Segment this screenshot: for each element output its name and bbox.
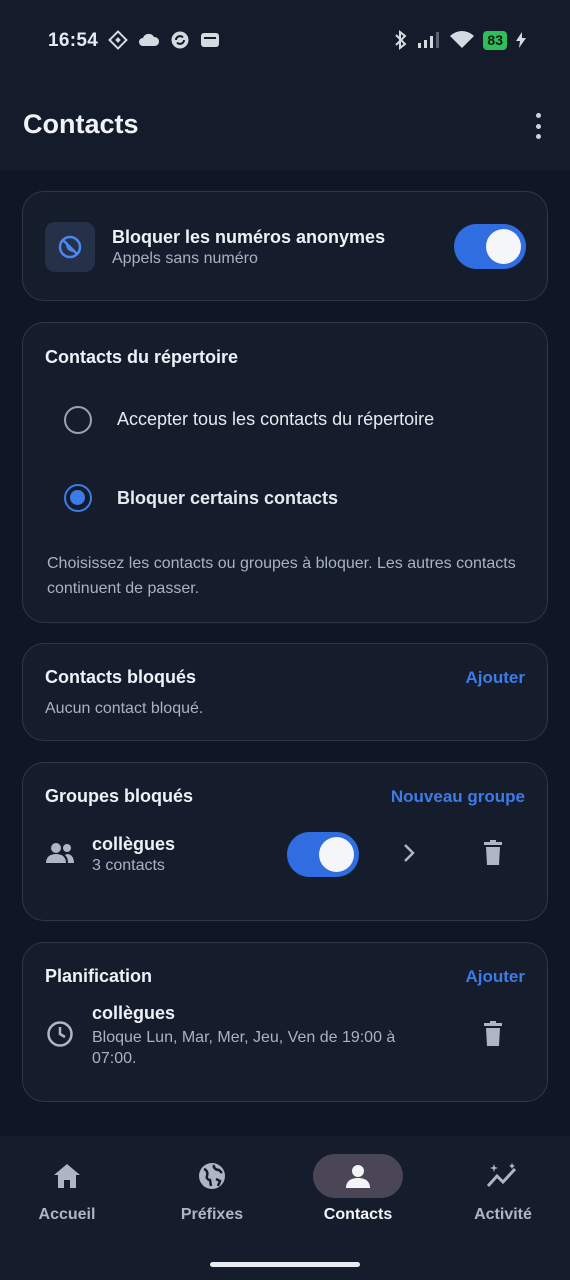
more-options-button[interactable] bbox=[530, 110, 546, 142]
page-title: Contacts bbox=[23, 109, 139, 139]
group-name: collègues bbox=[92, 834, 176, 854]
anonymous-card: Bloquer les numéros anonymes Appels sans… bbox=[22, 191, 548, 301]
add-schedule-button[interactable]: Ajouter bbox=[466, 967, 526, 987]
group-row[interactable]: collègues 3 contacts bbox=[23, 829, 549, 889]
nav-prefixes-label: Préfixes bbox=[180, 1206, 244, 1223]
app-bar: Contacts bbox=[0, 82, 570, 170]
notification-icons bbox=[108, 30, 220, 50]
schedule-detail: Bloque Lun, Mar, Mer, Jeu, Ven de 19:00 … bbox=[92, 1029, 396, 1067]
schedule-title: Planification bbox=[45, 966, 153, 986]
directory-help-text: Choisissez les contacts ou groupes à blo… bbox=[47, 555, 516, 597]
diamond-app-icon bbox=[108, 30, 128, 50]
home-icon bbox=[54, 1164, 80, 1188]
toggle-knob bbox=[319, 837, 354, 872]
blocked-groups-card: Groupes bloqués Nouveau groupe collègues… bbox=[22, 762, 548, 921]
clock-icon bbox=[47, 1021, 73, 1047]
anonymous-subtitle: Appels sans numéro bbox=[112, 250, 258, 267]
anonymous-toggle[interactable] bbox=[454, 224, 526, 269]
schedule-row[interactable]: collègues Bloque Lun, Mar, Mer, Jeu, Ven… bbox=[23, 1001, 549, 1081]
sync-app-icon bbox=[171, 31, 189, 49]
blocked-contacts-card: Contacts bloqués Ajouter Aucun contact b… bbox=[22, 643, 548, 741]
bluetooth-icon bbox=[395, 30, 407, 50]
directory-card: Contacts du répertoire Accepter tous les… bbox=[22, 322, 548, 623]
system-icons: 83 bbox=[394, 30, 526, 50]
home-indicator[interactable] bbox=[210, 1262, 360, 1267]
delete-schedule-icon[interactable] bbox=[483, 1021, 503, 1046]
more-dot-icon bbox=[535, 113, 541, 118]
add-blocked-contact-button[interactable]: Ajouter bbox=[466, 668, 526, 688]
more-dot-icon bbox=[535, 123, 541, 129]
schedule-name: collègues bbox=[92, 1003, 176, 1023]
radio-block-some-label[interactable]: Bloquer certains contacts bbox=[117, 488, 338, 509]
group-toggle[interactable] bbox=[287, 832, 359, 877]
blocked-contacts-empty: Aucun contact bloqué. bbox=[45, 700, 204, 717]
nav-activity-label: Activité bbox=[474, 1206, 532, 1223]
nav-contacts[interactable]: Contacts bbox=[298, 1154, 418, 1224]
nav-activity[interactable]: Activité bbox=[443, 1154, 563, 1224]
blocked-contacts-title: Contacts bloqués bbox=[45, 667, 197, 687]
nav-home[interactable]: Accueil bbox=[7, 1154, 127, 1224]
nav-contacts-label: Contacts bbox=[323, 1206, 393, 1223]
status-bar: 16:54 83 bbox=[0, 0, 570, 82]
toggle-knob bbox=[486, 229, 521, 264]
new-group-button[interactable]: Nouveau groupe bbox=[391, 787, 525, 807]
directory-title: Contacts du répertoire bbox=[45, 347, 239, 367]
radio-block-some[interactable] bbox=[64, 484, 92, 512]
cloud-icon bbox=[139, 33, 160, 46]
nav-prefixes[interactable]: Préfixes bbox=[152, 1154, 272, 1224]
status-time: 16:54 bbox=[48, 30, 99, 51]
group-icon bbox=[46, 843, 74, 863]
blocked-groups-title: Groupes bloqués bbox=[45, 786, 194, 806]
wifi-icon bbox=[450, 31, 475, 48]
battery-indicator: 83 bbox=[483, 30, 507, 50]
no-caller-id-icon bbox=[45, 222, 95, 272]
activity-icon bbox=[486, 1163, 517, 1188]
charging-icon bbox=[516, 32, 526, 48]
more-dot-icon bbox=[535, 134, 541, 139]
bottom-navigation: Accueil Préfixes Contacts Activité bbox=[0, 1136, 570, 1280]
group-count: 3 contacts bbox=[92, 857, 165, 874]
radio-accept-all-label[interactable]: Accepter tous les contacts du répertoire bbox=[117, 409, 434, 430]
chevron-right-icon[interactable] bbox=[401, 843, 417, 863]
nav-home-label: Accueil bbox=[38, 1206, 96, 1223]
delete-group-icon[interactable] bbox=[483, 840, 503, 865]
schedule-card: Planification Ajouter collègues Bloque L… bbox=[22, 942, 548, 1102]
globe-icon bbox=[199, 1163, 225, 1189]
person-icon bbox=[346, 1165, 370, 1188]
anonymous-title: Bloquer les numéros anonymes bbox=[112, 227, 386, 247]
radio-accept-all[interactable] bbox=[64, 406, 92, 434]
wallet-icon bbox=[201, 33, 219, 47]
signal-icon bbox=[418, 32, 440, 48]
